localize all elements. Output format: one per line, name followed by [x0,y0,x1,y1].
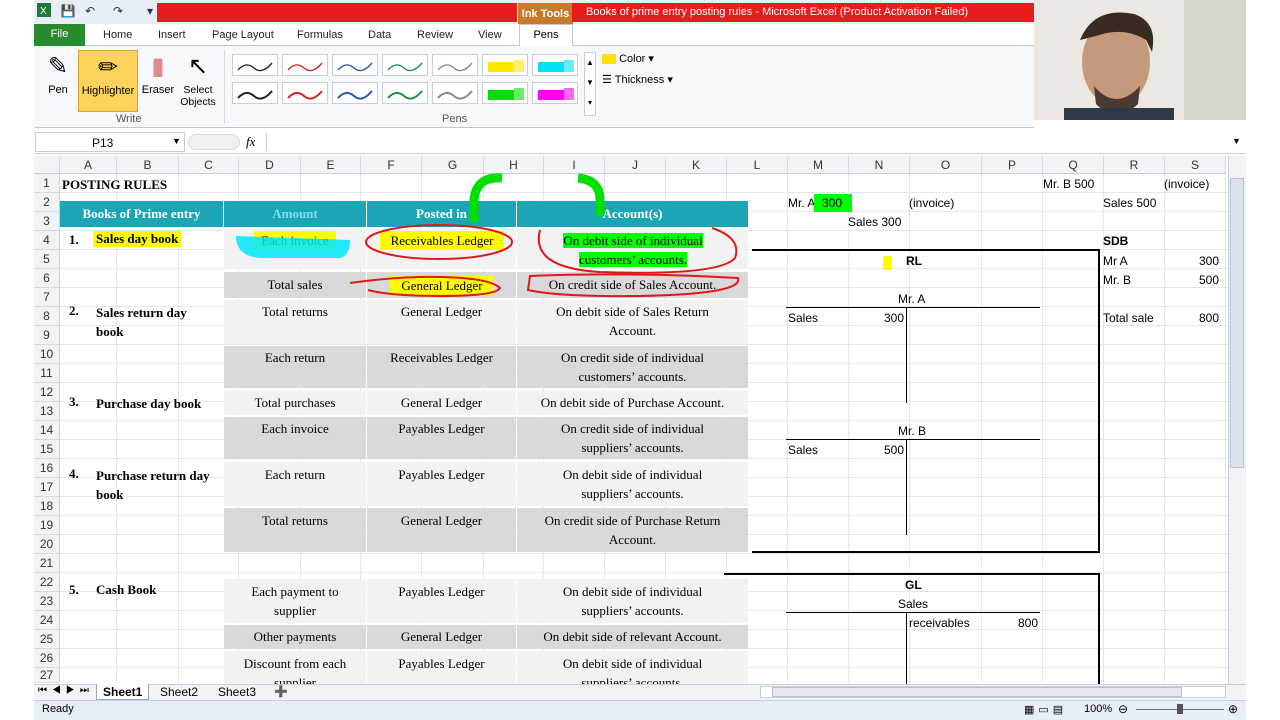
ink-annotations [236,173,740,298]
cyan-ink-mark [236,236,350,258]
zoom-slider-thumb[interactable] [1177,704,1183,714]
view-buttons[interactable]: ▦▭▤ [1024,703,1067,716]
sheet-nav-icons[interactable]: ⏮◀▶⏭ [38,685,94,696]
zoom-in-icon[interactable]: ⊕ [1228,702,1238,716]
horizontal-scroll-thumb[interactable] [772,687,1182,697]
red-ink-circles [349,224,740,298]
zoom-out-icon[interactable]: ⊖ [1118,702,1128,716]
zoom-level[interactable]: 100% [1084,703,1112,715]
sheet-tab-3[interactable]: Sheet3 [212,684,262,700]
status-ready: Ready [42,703,74,715]
sheet-tab-2[interactable]: Sheet2 [154,684,204,700]
sheet-tab-1[interactable]: Sheet1 [96,684,150,700]
insert-sheet-icon[interactable]: ➕ [274,685,288,698]
green-ink-strokes [469,173,605,222]
